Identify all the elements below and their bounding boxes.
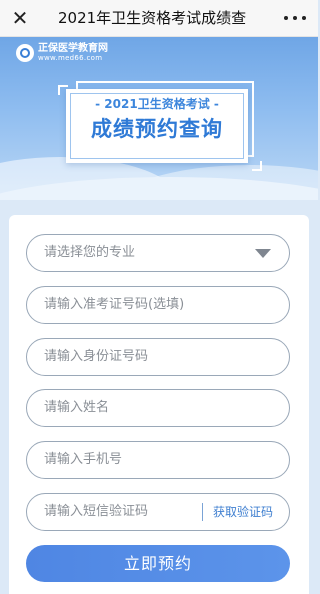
major-select-placeholder: 请选择您的专业: [44, 245, 136, 260]
logo-url: www.med66.com: [38, 54, 103, 62]
get-code-button[interactable]: 获取验证码: [213, 494, 273, 530]
sms-code-input[interactable]: 请输入短信验证码 获取验证码: [26, 493, 290, 531]
banner-title: 成绩预约查询: [91, 117, 223, 141]
sms-code-placeholder: 请输入短信验证码: [44, 504, 149, 519]
banner-subtitle: - 2021卫生资格考试 -: [95, 97, 219, 111]
top-nav-bar: ✕ 2021年卫生资格考试成绩查: [0, 0, 318, 37]
ticket-number-placeholder: 请输入准考证号码(选填): [44, 297, 185, 312]
divider: [202, 503, 203, 521]
logo-icon: [16, 44, 34, 62]
id-number-input[interactable]: 请输入身份证号码: [26, 338, 290, 376]
ticket-number-input[interactable]: 请输入准考证号码(选填): [26, 286, 290, 324]
banner-card: - 2021卫生资格考试 - 成绩预约查询: [66, 89, 248, 163]
name-placeholder: 请输入姓名: [44, 400, 110, 415]
page-title: 2021年卫生资格考试成绩查: [58, 9, 247, 27]
banner: 正保医学教育网 www.med66.com - 2021卫生资格考试 - 成绩预…: [0, 37, 318, 200]
id-number-placeholder: 请输入身份证号码: [44, 349, 149, 364]
corner-decoration: [252, 161, 262, 171]
major-select[interactable]: 请选择您的专业: [26, 234, 290, 272]
close-icon[interactable]: ✕: [10, 8, 30, 28]
logo: 正保医学教育网 www.med66.com: [16, 40, 108, 66]
submit-button[interactable]: 立即预约: [26, 545, 290, 582]
logo-name: 正保医学教育网: [38, 43, 108, 54]
chevron-down-icon[interactable]: [255, 249, 271, 258]
phone-input[interactable]: 请输入手机号: [26, 441, 290, 479]
name-input[interactable]: 请输入姓名: [26, 389, 290, 427]
phone-placeholder: 请输入手机号: [44, 452, 123, 467]
more-dots-icon[interactable]: [284, 9, 306, 27]
